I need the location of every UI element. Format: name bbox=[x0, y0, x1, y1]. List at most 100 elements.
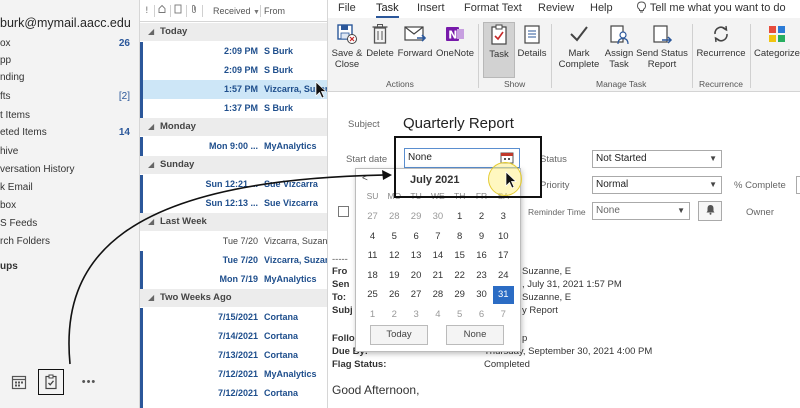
received-column-header[interactable]: Received ▼ bbox=[213, 0, 260, 22]
folder-archive[interactable]: hive bbox=[0, 142, 138, 162]
attachment-column-icon[interactable] bbox=[190, 0, 198, 22]
from-column-header[interactable]: From bbox=[264, 0, 285, 22]
calendar-day[interactable]: 11 bbox=[362, 247, 383, 265]
tab-help[interactable]: Help bbox=[590, 0, 613, 18]
onenote-button[interactable]: N OneNote bbox=[435, 22, 475, 78]
details-button[interactable]: Details bbox=[516, 22, 548, 78]
calendar-day[interactable]: 20 bbox=[406, 267, 427, 285]
calendar-day[interactable]: 4 bbox=[362, 228, 383, 246]
calendar-icon[interactable] bbox=[6, 369, 32, 395]
mark-complete-button[interactable]: Mark Complete bbox=[556, 22, 602, 78]
tab-task[interactable]: Task bbox=[376, 0, 399, 18]
message-row[interactable]: Tue 7/20 Vizcarra, Suzanne bbox=[140, 251, 327, 270]
message-row[interactable]: Mon 7/19 MyAnalytics bbox=[140, 270, 327, 289]
calendar-day[interactable]: 6 bbox=[471, 306, 492, 324]
calendar-day[interactable]: 19 bbox=[384, 267, 405, 285]
folder-junk-email[interactable]: k Email bbox=[0, 178, 138, 198]
calendar-day[interactable]: 3 bbox=[493, 208, 514, 226]
message-row[interactable]: 1:57 PM Vizcarra, Suzanne bbox=[140, 80, 327, 99]
reminder-column-icon[interactable] bbox=[158, 0, 166, 22]
account-name[interactable]: burk@mymail.aacc.edu bbox=[0, 16, 131, 30]
calendar-day[interactable]: 29 bbox=[406, 208, 427, 226]
date-group-header[interactable]: ◢ Sunday bbox=[140, 156, 327, 174]
none-button[interactable]: None bbox=[446, 325, 504, 345]
folder-conversation-history[interactable]: versation History bbox=[0, 160, 138, 180]
calendar-day[interactable]: 13 bbox=[406, 247, 427, 265]
message-row[interactable]: 2:09 PM S Burk bbox=[140, 61, 327, 80]
collapse-chevron-icon[interactable]: ◢ bbox=[148, 289, 160, 307]
reminder-time-dropdown[interactable]: None ▼ bbox=[592, 202, 690, 220]
calendar-day[interactable]: 17 bbox=[493, 247, 514, 265]
save-close-button[interactable]: Save & Close bbox=[330, 22, 364, 78]
date-group-header[interactable]: ◢ Last Week bbox=[140, 213, 327, 231]
calendar-day[interactable]: 1 bbox=[362, 306, 383, 324]
calendar-day[interactable]: 14 bbox=[427, 247, 448, 265]
message-row[interactable]: 7/13/2021 Cortana bbox=[140, 346, 327, 365]
calendar-day[interactable]: 25 bbox=[362, 286, 383, 304]
priority-dropdown[interactable]: Normal ▼ bbox=[592, 176, 722, 194]
calendar-day[interactable]: 23 bbox=[471, 267, 492, 285]
calendar-day[interactable]: 2 bbox=[384, 306, 405, 324]
folder-deleted-items[interactable]: eted Items 14 bbox=[0, 123, 138, 143]
delete-button[interactable]: Delete bbox=[365, 22, 395, 78]
importance-column-icon[interactable]: ! bbox=[144, 0, 152, 22]
calendar-day[interactable]: 5 bbox=[384, 228, 405, 246]
tab-review[interactable]: Review bbox=[538, 0, 574, 18]
folder-drafts[interactable]: fts [2] bbox=[0, 87, 138, 107]
groups-header[interactable]: ups bbox=[0, 257, 138, 277]
prev-month-button[interactable]: < bbox=[362, 173, 368, 184]
calendar-day[interactable]: 10 bbox=[493, 228, 514, 246]
calendar-day[interactable]: 27 bbox=[362, 208, 383, 226]
document-column-icon[interactable] bbox=[174, 0, 182, 22]
calendar-day[interactable]: 31 bbox=[492, 286, 514, 304]
calendar-day[interactable]: 9 bbox=[471, 228, 492, 246]
calendar-day[interactable]: 22 bbox=[449, 267, 470, 285]
calendar-day[interactable]: 21 bbox=[427, 267, 448, 285]
forward-button[interactable]: Forward bbox=[395, 22, 435, 78]
collapse-chevron-icon[interactable]: ◢ bbox=[148, 118, 160, 136]
calendar-day[interactable]: 15 bbox=[449, 247, 470, 265]
folder-rss-feeds[interactable]: S Feeds bbox=[0, 214, 138, 234]
calendar-day[interactable]: 2 bbox=[471, 208, 492, 226]
folder-outbox[interactable]: box bbox=[0, 196, 138, 216]
calendar-day[interactable]: 29 bbox=[449, 286, 470, 304]
calendar-day[interactable]: 28 bbox=[384, 208, 405, 226]
message-row[interactable]: Sun 12:13 ... Sue Vizcarra bbox=[140, 194, 327, 213]
calendar-day[interactable]: 28 bbox=[427, 286, 448, 304]
folder-pending[interactable]: nding bbox=[0, 68, 138, 88]
status-dropdown[interactable]: Not Started ▼ bbox=[592, 150, 722, 168]
date-group-header[interactable]: ◢ Today bbox=[140, 23, 327, 41]
message-row[interactable]: 7/12/2021 Cortana bbox=[140, 384, 327, 403]
calendar-day[interactable]: 5 bbox=[449, 306, 470, 324]
calendar-day[interactable]: 4 bbox=[427, 306, 448, 324]
reminder-checkbox[interactable] bbox=[338, 206, 349, 217]
assign-task-button[interactable]: Assign Task bbox=[602, 22, 636, 78]
message-row[interactable]: 7/14/2021 Cortana bbox=[140, 327, 327, 346]
message-row[interactable]: 1:37 PM S Burk bbox=[140, 99, 327, 118]
collapse-chevron-icon[interactable]: ◢ bbox=[148, 23, 160, 41]
calendar-day[interactable]: 16 bbox=[471, 247, 492, 265]
tab-format-text[interactable]: Format Text bbox=[464, 0, 522, 18]
tell-me-box[interactable]: Tell me what you want to do bbox=[636, 0, 786, 18]
calendar-day[interactable]: 30 bbox=[471, 286, 492, 304]
tab-file[interactable]: File bbox=[338, 0, 356, 18]
collapse-chevron-icon[interactable]: ◢ bbox=[148, 156, 160, 174]
more-modules-icon[interactable]: ••• bbox=[76, 369, 102, 395]
tab-insert[interactable]: Insert bbox=[417, 0, 445, 18]
subject-field[interactable]: Quarterly Report bbox=[403, 115, 514, 132]
folder-search-folders[interactable]: rch Folders bbox=[0, 232, 138, 252]
calendar-day[interactable]: 7 bbox=[493, 306, 514, 324]
percent-complete-field[interactable] bbox=[796, 176, 800, 194]
calendar-day[interactable]: 18 bbox=[362, 267, 383, 285]
calendar-day[interactable]: 27 bbox=[406, 286, 427, 304]
calendar-day[interactable]: 7 bbox=[427, 228, 448, 246]
message-row[interactable]: Mon 9:00 ... MyAnalytics bbox=[140, 137, 327, 156]
message-row[interactable]: 7/9/2021 Cortana bbox=[140, 403, 327, 408]
collapse-chevron-icon[interactable]: ◢ bbox=[148, 213, 160, 231]
recurrence-button[interactable]: Recurrence bbox=[696, 22, 746, 78]
today-button[interactable]: Today bbox=[370, 325, 428, 345]
calendar-day[interactable]: 8 bbox=[449, 228, 470, 246]
task-view-button[interactable]: Task bbox=[483, 22, 515, 78]
calendar-day[interactable]: 12 bbox=[384, 247, 405, 265]
calendar-day[interactable]: 6 bbox=[406, 228, 427, 246]
